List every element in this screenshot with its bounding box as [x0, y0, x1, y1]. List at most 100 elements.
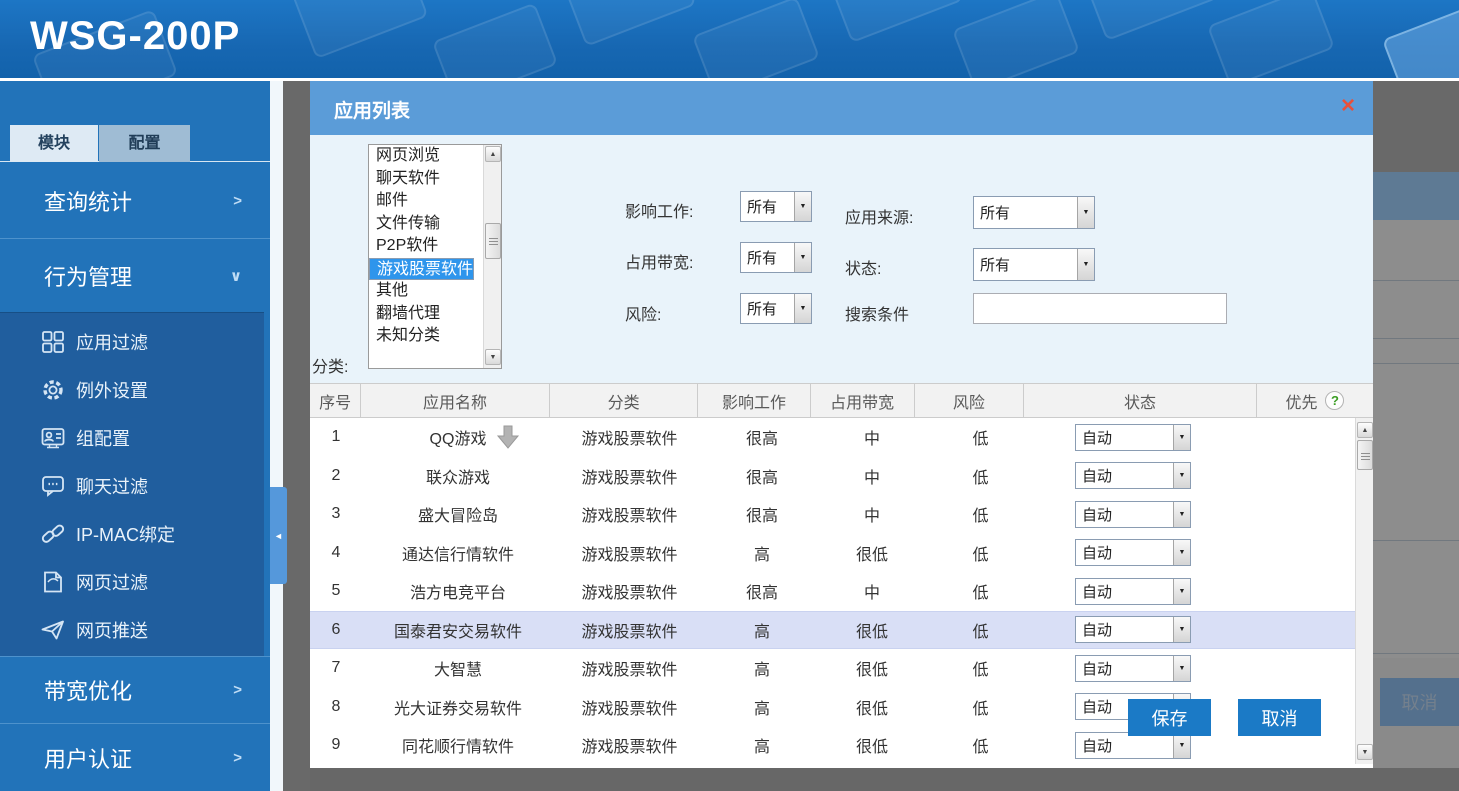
- cell-bandwidth: 很低: [855, 546, 888, 564]
- dropdown-arrow-icon[interactable]: ▼: [1173, 463, 1190, 489]
- tab-config[interactable]: 配置: [99, 125, 190, 162]
- listbox-scrollbar[interactable]: ▲ ▼: [483, 145, 501, 368]
- cancel-button[interactable]: 取消: [1238, 699, 1321, 736]
- sidebar-item-query-stats[interactable]: 查询统计 >: [0, 163, 270, 238]
- cell-bandwidth: 中: [863, 469, 880, 487]
- sidebar-item-ip-mac-binding[interactable]: IP-MAC绑定: [0, 510, 264, 558]
- dropdown-arrow-icon[interactable]: ▼: [794, 294, 811, 323]
- category-option[interactable]: 翻墙代理: [369, 303, 484, 326]
- close-icon[interactable]: ×: [1341, 92, 1355, 120]
- dropdown-arrow-icon[interactable]: ▼: [1173, 578, 1190, 604]
- col-header-name: 应用名称: [361, 384, 550, 417]
- dropdown-arrow-icon[interactable]: ▼: [794, 192, 811, 221]
- status-select[interactable]: 自动 ▼: [1075, 654, 1191, 682]
- dropdown-arrow-icon[interactable]: ▼: [1077, 197, 1094, 228]
- sidebar-item-user-auth[interactable]: 用户认证 >: [0, 723, 270, 791]
- table-row[interactable]: 5 浩方电竞平台 游戏股票软件 很高 中 低 自动 ▼: [310, 572, 1355, 611]
- risk-filter-select[interactable]: 所有 ▼: [740, 293, 812, 324]
- subitem-label: 聊天过滤: [76, 477, 148, 497]
- cell-impact: 很高: [745, 431, 778, 449]
- dimmed-block: [1373, 81, 1459, 172]
- status-filter-label: 状态:: [845, 261, 882, 278]
- scroll-up-icon[interactable]: ▲: [1357, 422, 1373, 438]
- chevron-down-icon: ∨: [229, 267, 242, 285]
- table-row-selected[interactable]: 6 国泰君安交易软件 游戏股票软件 高 很低 低 自动 ▼: [310, 610, 1355, 649]
- subitem-label: 应用过滤: [76, 333, 148, 353]
- category-option[interactable]: 未知分类: [369, 325, 484, 348]
- cell-no: 9: [331, 736, 341, 754]
- category-option[interactable]: 邮件: [369, 190, 484, 213]
- sidebar-item-exception-settings[interactable]: 例外设置: [0, 366, 264, 414]
- page-gap-strip: [270, 81, 283, 791]
- category-option[interactable]: 网页浏览: [369, 145, 484, 168]
- status-select[interactable]: 自动 ▼: [1075, 462, 1191, 490]
- select-value: 所有: [980, 205, 1011, 222]
- save-button[interactable]: 保存: [1128, 699, 1211, 736]
- dimmed-row-divider: [1373, 280, 1459, 281]
- dropdown-arrow-icon[interactable]: ▼: [794, 243, 811, 272]
- send-icon: [41, 620, 64, 640]
- table-scrollbar[interactable]: ▲ ▼: [1355, 418, 1373, 764]
- dimmed-page-bottom: [310, 768, 1459, 791]
- category-option-selected[interactable]: 游戏股票软件: [369, 257, 475, 280]
- source-filter-select[interactable]: 所有 ▼: [973, 196, 1095, 229]
- status-select[interactable]: 自动 ▼: [1075, 423, 1191, 451]
- subitem-label: IP-MAC绑定: [76, 525, 175, 545]
- dropdown-arrow-icon[interactable]: ▼: [1173, 655, 1190, 681]
- cell-name: 光大证券交易软件: [393, 700, 522, 718]
- category-listbox[interactable]: 网页浏览 聊天软件 邮件 文件传输 P2P软件 游戏股票软件 流媒体类 其他 翻…: [368, 144, 502, 369]
- dropdown-arrow-icon[interactable]: ▼: [1173, 424, 1190, 450]
- scrollbar-thumb[interactable]: [485, 223, 501, 259]
- sidebar-item-web-push[interactable]: 网页推送: [0, 606, 264, 654]
- cell-no: 6: [331, 620, 341, 638]
- section-label: 查询统计: [44, 189, 133, 215]
- search-input[interactable]: [973, 293, 1227, 324]
- sidebar-collapse-handle[interactable]: ◄: [270, 487, 287, 584]
- table-row[interactable]: 4 通达信行情软件 游戏股票软件 高 很低 低 自动 ▼: [310, 533, 1355, 572]
- dropdown-arrow-icon[interactable]: ▼: [1077, 249, 1094, 280]
- category-option[interactable]: 其他: [369, 280, 484, 303]
- impact-filter-select[interactable]: 所有 ▼: [740, 191, 812, 222]
- cell-name: QQ游戏: [429, 431, 487, 449]
- scroll-down-icon[interactable]: ▼: [1357, 744, 1373, 760]
- scrollbar-thumb[interactable]: [1357, 440, 1373, 470]
- dropdown-arrow-icon[interactable]: ▼: [1173, 501, 1190, 527]
- category-option[interactable]: 文件传输: [369, 213, 484, 236]
- table-row[interactable]: 2 联众游戏 游戏股票软件 很高 中 低 自动 ▼: [310, 456, 1355, 495]
- sidebar-item-web-filter[interactable]: 网页过滤: [0, 558, 264, 606]
- table-row[interactable]: 3 盛大冒险岛 游戏股票软件 很高 中 低 自动 ▼: [310, 495, 1355, 534]
- category-option[interactable]: P2P软件: [369, 235, 484, 258]
- status-select[interactable]: 自动 ▼: [1075, 539, 1191, 567]
- section-label: 用户认证: [44, 746, 133, 772]
- sidebar-item-group-config[interactable]: 组配置: [0, 414, 264, 462]
- status-select[interactable]: 自动 ▼: [1075, 500, 1191, 528]
- risk-filter-label: 风险:: [625, 307, 662, 324]
- category-option[interactable]: 聊天软件: [369, 168, 484, 191]
- priority-down-icon[interactable]: [495, 425, 521, 449]
- status-select[interactable]: 自动 ▼: [1075, 577, 1191, 605]
- dropdown-arrow-icon[interactable]: ▼: [1173, 617, 1190, 643]
- cell-impact: 高: [753, 623, 770, 641]
- col-header-category: 分类: [550, 384, 699, 417]
- dropdown-arrow-icon[interactable]: ▼: [1173, 540, 1190, 566]
- col-header-priority: 优先 ?: [1257, 384, 1373, 417]
- scroll-up-icon[interactable]: ▲: [485, 146, 501, 162]
- sidebar-item-bandwidth-opt[interactable]: 带宽优化 >: [0, 656, 270, 723]
- cell-risk: 低: [972, 585, 989, 603]
- scroll-down-icon[interactable]: ▼: [485, 349, 501, 365]
- cell-impact: 很高: [745, 585, 778, 603]
- sidebar-item-app-filter[interactable]: 应用过滤: [0, 318, 264, 366]
- table-row[interactable]: 1 QQ游戏 游戏股票软件 很高 中 低 自动 ▼: [310, 418, 1355, 457]
- sidebar-item-chat-filter[interactable]: 聊天过滤: [0, 462, 264, 510]
- app-table: 序号 应用名称 分类 影响工作 占用带宽 风险 状态 优先 ? 1 QQ游戏 游…: [310, 383, 1373, 768]
- status-select[interactable]: 自动 ▼: [1075, 616, 1191, 644]
- sidebar-item-behavior-mgmt[interactable]: 行为管理 ∨: [0, 238, 270, 312]
- tab-modules[interactable]: 模块: [10, 125, 98, 162]
- help-icon[interactable]: ?: [1325, 391, 1345, 410]
- table-row[interactable]: 7 大智慧 游戏股票软件 高 很低 低 自动 ▼: [310, 649, 1355, 688]
- dropdown-arrow-icon[interactable]: ▼: [1173, 732, 1190, 758]
- grid-icon: [42, 331, 64, 353]
- bandwidth-filter-select[interactable]: 所有 ▼: [740, 242, 812, 273]
- table-header: 序号 应用名称 分类 影响工作 占用带宽 风险 状态 优先 ?: [310, 383, 1373, 418]
- status-filter-select[interactable]: 所有 ▼: [973, 248, 1095, 281]
